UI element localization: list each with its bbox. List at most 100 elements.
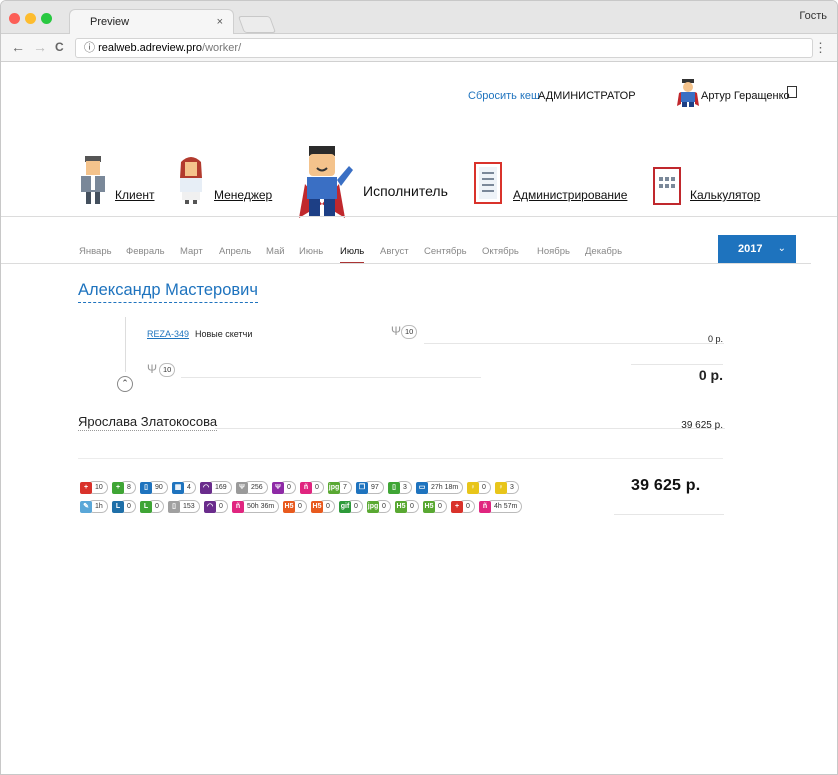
collapse-button[interactable]: ⌃ — [117, 376, 133, 392]
stat-value: 50h 36m — [239, 500, 280, 513]
dome-purple-icon: ◠ — [200, 481, 212, 494]
grid-blue-icon: ▦ — [172, 481, 184, 494]
h5-lite-green-icon: H5 — [423, 500, 435, 513]
sum-hours-badge: 10 — [159, 363, 176, 377]
stat-value: 27h 18m — [423, 481, 464, 494]
bulb-yellow-icon: ♀ — [495, 481, 507, 494]
worker-name-1[interactable]: Александр Мастерович — [78, 281, 258, 303]
stat-item: L0 — [112, 499, 136, 514]
dotted-line — [614, 514, 724, 515]
user-avatar-icon[interactable] — [677, 78, 699, 108]
browser-tab[interactable]: Preview × — [69, 9, 234, 35]
divider — [78, 458, 723, 459]
stat-item: ▯ 90 — [140, 480, 168, 495]
stat-item: L0 — [140, 499, 164, 514]
tree-line — [125, 317, 126, 372]
tab-month-november[interactable]: Ноябрь — [537, 246, 570, 257]
year-select[interactable]: 2017 ⌄ — [718, 235, 796, 263]
new-tab-button[interactable] — [237, 16, 277, 33]
calculator-icon[interactable] — [653, 167, 681, 205]
pencil-blue-icon: ✎ — [80, 500, 92, 513]
profile-label[interactable]: Гость — [799, 10, 827, 22]
jpg-lite-green-icon: jpg — [367, 500, 379, 513]
task-amount: 0 р. — [707, 334, 723, 344]
administration-icon[interactable] — [474, 162, 502, 204]
tab-month-april[interactable]: Апрель — [219, 246, 251, 257]
tab-month-may[interactable]: Май — [266, 246, 285, 257]
l-green-icon: L — [140, 500, 152, 513]
stat-item: ✎ 1h — [80, 499, 108, 514]
stat-item: ▦ 4 — [172, 480, 196, 495]
tab-month-october[interactable]: Октябрь — [482, 246, 519, 257]
stat-item: Ψ 256 — [236, 480, 268, 495]
stat-item: ♀ 0 — [467, 480, 491, 495]
tab-month-august[interactable]: Август — [380, 246, 409, 257]
stat-item: jpg 7 — [328, 480, 352, 495]
stat-item: jpg 0 — [367, 499, 391, 514]
task-id-link[interactable]: REZA-349 — [147, 329, 189, 339]
stat-item: ◠ 169 — [200, 480, 232, 495]
tools-purple-icon: Ψ — [272, 481, 284, 494]
role-manager-link[interactable]: Менеджер — [214, 188, 272, 202]
url-host: realweb.adreview.pro — [98, 42, 203, 54]
stat-item: H5 0 — [311, 499, 335, 514]
close-window-button[interactable] — [9, 13, 20, 24]
year-value: 2017 — [738, 243, 763, 255]
stat-item: H5 0 — [395, 499, 419, 514]
dome-purple-icon: ◠ — [204, 500, 216, 513]
bulb-yellow-icon: ♀ — [467, 481, 479, 494]
address-row: ← → C ⓘ realweb.adreview.pro/worker/ ⋮ — [1, 34, 837, 62]
tab-month-march[interactable]: Март — [180, 246, 203, 257]
h5-lite-orange-icon: H5 — [311, 500, 323, 513]
role-calculator-link[interactable]: Калькулятор — [690, 188, 760, 202]
stat-item: ◠ 0 — [204, 499, 228, 514]
tab-close-icon[interactable]: × — [217, 10, 223, 34]
tab-month-january[interactable]: Январь — [79, 246, 112, 257]
first-aid-red-icon: + — [80, 481, 92, 494]
stat-item: H5 0 — [423, 499, 447, 514]
role-executor-link[interactable]: Исполнитель — [363, 183, 448, 199]
tab-month-february[interactable]: Февраль — [126, 246, 165, 257]
client-icon[interactable] — [79, 156, 107, 204]
stat-item: ñ 50h 36m — [232, 499, 280, 514]
reset-cache-link[interactable]: Сбросить кеш — [468, 90, 540, 102]
minimize-window-button[interactable] — [25, 13, 36, 24]
tab-month-june[interactable]: Июнь — [299, 246, 323, 257]
tab-month-december[interactable]: Декабрь — [585, 246, 622, 257]
reload-icon[interactable]: C — [55, 40, 64, 54]
columns-blue-icon: ▯ — [140, 481, 152, 494]
stat-item: +0 — [451, 499, 475, 514]
browser-menu-icon[interactable]: ⋮ — [814, 40, 827, 56]
task-hours-badge: 10 — [401, 325, 418, 339]
role-badge: АДМИНИСТРАТОР — [538, 90, 636, 102]
columns-gray-icon: ▯ — [168, 500, 180, 513]
task-title: Новые скетчи — [195, 329, 253, 339]
workers-pink-icon: ñ — [300, 481, 312, 494]
forward-icon[interactable]: → — [33, 39, 47, 55]
columns-green-icon: ▯ — [388, 481, 400, 494]
role-client-link[interactable]: Клиент — [115, 188, 155, 202]
address-bar[interactable]: ⓘ realweb.adreview.pro/worker/ — [75, 38, 813, 58]
url-path: /worker/ — [202, 42, 242, 54]
manager-icon[interactable] — [177, 156, 205, 204]
stat-item: +8 — [112, 480, 136, 495]
worker-name-2[interactable]: Ярослава Златокосова — [78, 414, 218, 431]
stat-item: ñ0 — [300, 480, 324, 495]
tab-month-september[interactable]: Сентябрь — [424, 246, 467, 257]
tab-bar: Preview × Гость — [1, 1, 837, 35]
tab-month-july[interactable]: Июль — [340, 246, 365, 264]
tools-icon: Ψ — [147, 362, 158, 376]
logout-icon[interactable] — [787, 86, 797, 98]
stat-item: H5 0 — [283, 499, 307, 514]
stat-value: 4h 57m — [486, 500, 523, 513]
role-administration-link[interactable]: Администрирование — [513, 188, 627, 202]
months-divider — [1, 263, 811, 264]
maximize-window-button[interactable] — [41, 13, 52, 24]
divider — [1, 216, 837, 217]
executor-icon[interactable] — [297, 144, 355, 218]
user-name[interactable]: Артур Геращенко — [701, 90, 790, 102]
h5-orange-icon: H5 — [283, 500, 295, 513]
back-icon[interactable]: ← — [11, 39, 25, 55]
info-icon[interactable]: ⓘ — [84, 42, 95, 54]
worker2-amount: 39 625 р. — [681, 420, 723, 431]
